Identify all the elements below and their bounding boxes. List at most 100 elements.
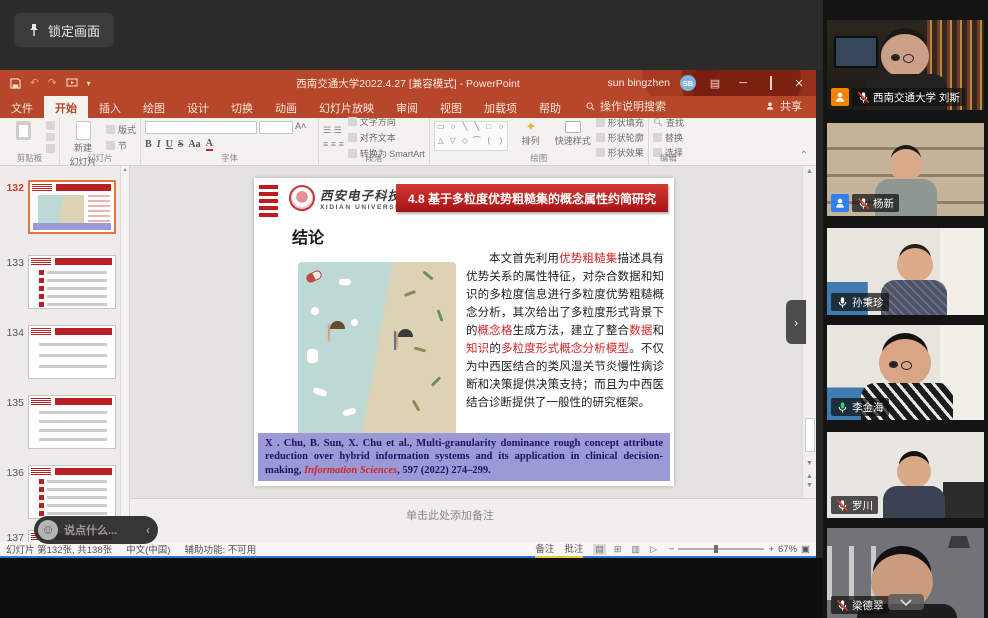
participant-tile-1[interactable]: 杨新 — [827, 123, 984, 216]
shape-glyph-7[interactable]: ▽ — [447, 136, 459, 150]
account-avatar[interactable]: SB — [680, 75, 696, 91]
ribbon-tab-9[interactable]: 视图 — [429, 96, 473, 118]
shape-glyph-5[interactable]: ○ — [495, 122, 507, 136]
zoom-in-icon[interactable]: + — [768, 544, 774, 555]
underline-button[interactable]: U — [166, 139, 173, 150]
ribbon-tab-5[interactable]: 切换 — [220, 96, 264, 118]
zoom-knob[interactable] — [714, 545, 718, 553]
replace-button[interactable]: 替换 — [653, 131, 684, 144]
collapse-ribbon-icon[interactable]: ⌃ — [792, 150, 816, 165]
chevron-down-icon[interactable] — [888, 594, 924, 610]
shape-glyph-9[interactable]: ⌒ — [471, 136, 483, 150]
slide-thumbnail-132[interactable] — [28, 180, 116, 234]
ribbon-tab-3[interactable]: 绘图 — [132, 96, 176, 118]
zoom-out-icon[interactable]: − — [669, 544, 675, 555]
zoom-slider[interactable] — [678, 548, 764, 550]
lock-screen-button[interactable]: 锁定画面 — [14, 13, 114, 47]
ribbon-tab-4[interactable]: 设计 — [176, 96, 220, 118]
find-button[interactable]: 🔍︎查找 — [653, 116, 684, 129]
copy-icon[interactable] — [46, 133, 55, 142]
share-button[interactable]: 共享 — [751, 98, 816, 118]
align-icons[interactable]: ≡ ≡ ≡ — [323, 139, 344, 149]
shape-glyph-11[interactable]: ) — [495, 136, 507, 150]
shape-glyph-0[interactable]: ▭ — [435, 122, 447, 136]
close-button[interactable]: ✕ — [790, 77, 808, 90]
bullets-icon[interactable]: ☰ ☰ — [323, 125, 344, 136]
account-name[interactable]: sun bingzhen — [608, 77, 670, 89]
normal-view-icon[interactable]: ▤ — [593, 544, 606, 555]
shape-glyph-2[interactable]: ╲ — [459, 122, 471, 136]
grow-font-icon[interactable]: A˄ — [295, 121, 306, 134]
layout-button[interactable]: 版式 — [106, 123, 136, 136]
reading-view-icon[interactable]: ▥ — [629, 544, 642, 555]
restore-button[interactable] — [762, 77, 780, 89]
slide-thumbnail-134[interactable] — [28, 325, 116, 379]
panel-expand-handle[interactable]: › — [786, 300, 806, 344]
quick-styles-button[interactable]: 快速样式 — [554, 121, 592, 147]
shape-glyph-6[interactable]: △ — [435, 136, 447, 150]
fit-slide-icon[interactable]: ▣ — [801, 544, 810, 555]
ribbon-tab-1[interactable]: 开始 — [44, 96, 88, 118]
minimize-button[interactable]: ─ — [734, 77, 752, 89]
change-case-button[interactable]: Aa — [188, 139, 200, 150]
comments-toggle[interactable]: 批注 — [564, 541, 583, 555]
ribbon-display-icon[interactable]: ▤ — [706, 77, 724, 90]
accessibility-status[interactable]: 辅助功能: 不可用 — [184, 542, 256, 556]
scrollbar-thumb[interactable] — [805, 418, 815, 452]
section-button[interactable]: 节 — [106, 139, 136, 152]
font-name-box[interactable] — [145, 121, 257, 134]
shape-outline-button[interactable]: 形状轮廓 — [596, 131, 644, 144]
ribbon-tab-0[interactable]: 文件 — [0, 96, 44, 118]
arrange-button[interactable]: ✦ 排列 — [512, 121, 550, 147]
bold-button[interactable]: B — [145, 139, 152, 150]
font-color-button[interactable]: A — [206, 138, 213, 151]
slide-thumbnail-133[interactable] — [28, 255, 116, 309]
shape-glyph-8[interactable]: ◇ — [459, 136, 471, 150]
chat-input-bar[interactable]: ☺ 说点什么... ‹ — [34, 516, 158, 544]
participant-tile-3[interactable]: 李金海 — [827, 325, 984, 420]
shape-glyph-3[interactable]: ╲ — [471, 122, 483, 136]
slideshow-icon[interactable] — [66, 78, 78, 88]
prev-next-slide-icons[interactable]: ▲▼ — [803, 472, 816, 490]
qat-dropdown-icon[interactable]: ▾ — [87, 79, 91, 88]
shape-glyph-4[interactable]: □ — [483, 122, 495, 136]
slide-132[interactable]: 西安电子科技大学 XIDIAN UNIVERSITY 4.8 基于多粒度优势粗糙… — [254, 178, 674, 486]
align-text-button[interactable]: 对齐文本 — [348, 131, 425, 144]
thumbnails-scrollbar[interactable]: ▴ — [120, 166, 129, 542]
undo-icon[interactable]: ↶ — [30, 77, 39, 89]
shape-glyph-1[interactable]: ○ — [447, 122, 459, 136]
cut-icon[interactable] — [46, 121, 55, 130]
participant-tile-4[interactable]: 罗川 — [827, 432, 984, 518]
chat-placeholder[interactable]: 说点什么... — [64, 522, 117, 538]
scroll-up-icon[interactable]: ▲ — [803, 168, 816, 175]
chat-collapse-icon[interactable]: ‹ — [146, 523, 150, 537]
paste-button[interactable] — [4, 121, 42, 140]
participant-tile-2[interactable]: 孙秉珍 — [827, 228, 984, 315]
ribbon-tab-10[interactable]: 加载项 — [473, 96, 528, 118]
scroll-down-icon[interactable]: ▼ — [803, 460, 816, 467]
notes-pane[interactable]: 单击此处添加备注 — [130, 498, 816, 542]
emoji-icon[interactable]: ☺ — [38, 520, 58, 540]
language-indicator[interactable]: 中文(中国) — [126, 542, 170, 556]
ribbon-tab-11[interactable]: 帮助 — [528, 96, 572, 118]
slide-thumbnail-136[interactable] — [28, 465, 116, 519]
save-icon[interactable] — [10, 78, 21, 89]
shape-glyph-10[interactable]: ( — [483, 136, 495, 150]
ribbon-tab-2[interactable]: 插入 — [88, 96, 132, 118]
slideshow-view-icon[interactable]: ▷ — [648, 544, 659, 555]
font-size-box[interactable] — [259, 121, 293, 134]
slide-thumbnail-135[interactable] — [28, 395, 116, 449]
strikethrough-button[interactable]: S — [178, 139, 184, 150]
italic-button[interactable]: I — [157, 139, 161, 150]
ribbon-tab-6[interactable]: 动画 — [264, 96, 308, 118]
notes-toggle[interactable]: 备注 — [535, 541, 554, 555]
slide-thumbnail-row-135: 135 — [0, 395, 116, 449]
shapes-gallery[interactable]: ▭○╲╲□○△▽◇⌒() — [434, 121, 508, 151]
participant-tile-5[interactable]: 梁德翠 — [827, 528, 984, 618]
text-direction-button[interactable]: 文字方向 — [348, 115, 425, 128]
shape-fill-button[interactable]: 形状填充 — [596, 116, 644, 129]
redo-icon[interactable]: ↷ — [48, 77, 57, 89]
zoom-level[interactable]: 67% — [778, 544, 797, 555]
slide-sorter-icon[interactable]: ⊞ — [612, 544, 624, 555]
participant-tile-0[interactable]: 西南交通大学 刘斯 — [827, 20, 984, 110]
